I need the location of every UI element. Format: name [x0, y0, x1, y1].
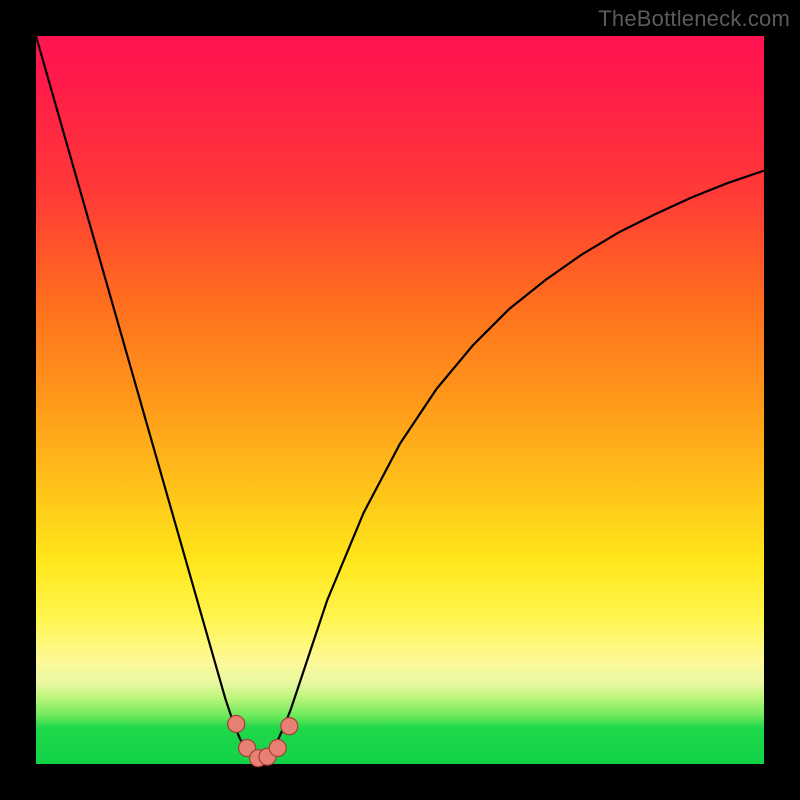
- chart-frame: TheBottleneck.com: [0, 0, 800, 800]
- watermark-text: TheBottleneck.com: [598, 6, 790, 32]
- data-point: [250, 750, 267, 767]
- plot-area: [36, 36, 764, 764]
- data-point: [269, 739, 286, 756]
- data-point: [259, 748, 276, 765]
- data-point: [281, 718, 298, 735]
- data-point: [228, 715, 245, 732]
- bottleneck-curve: [36, 36, 764, 764]
- data-point: [239, 739, 256, 756]
